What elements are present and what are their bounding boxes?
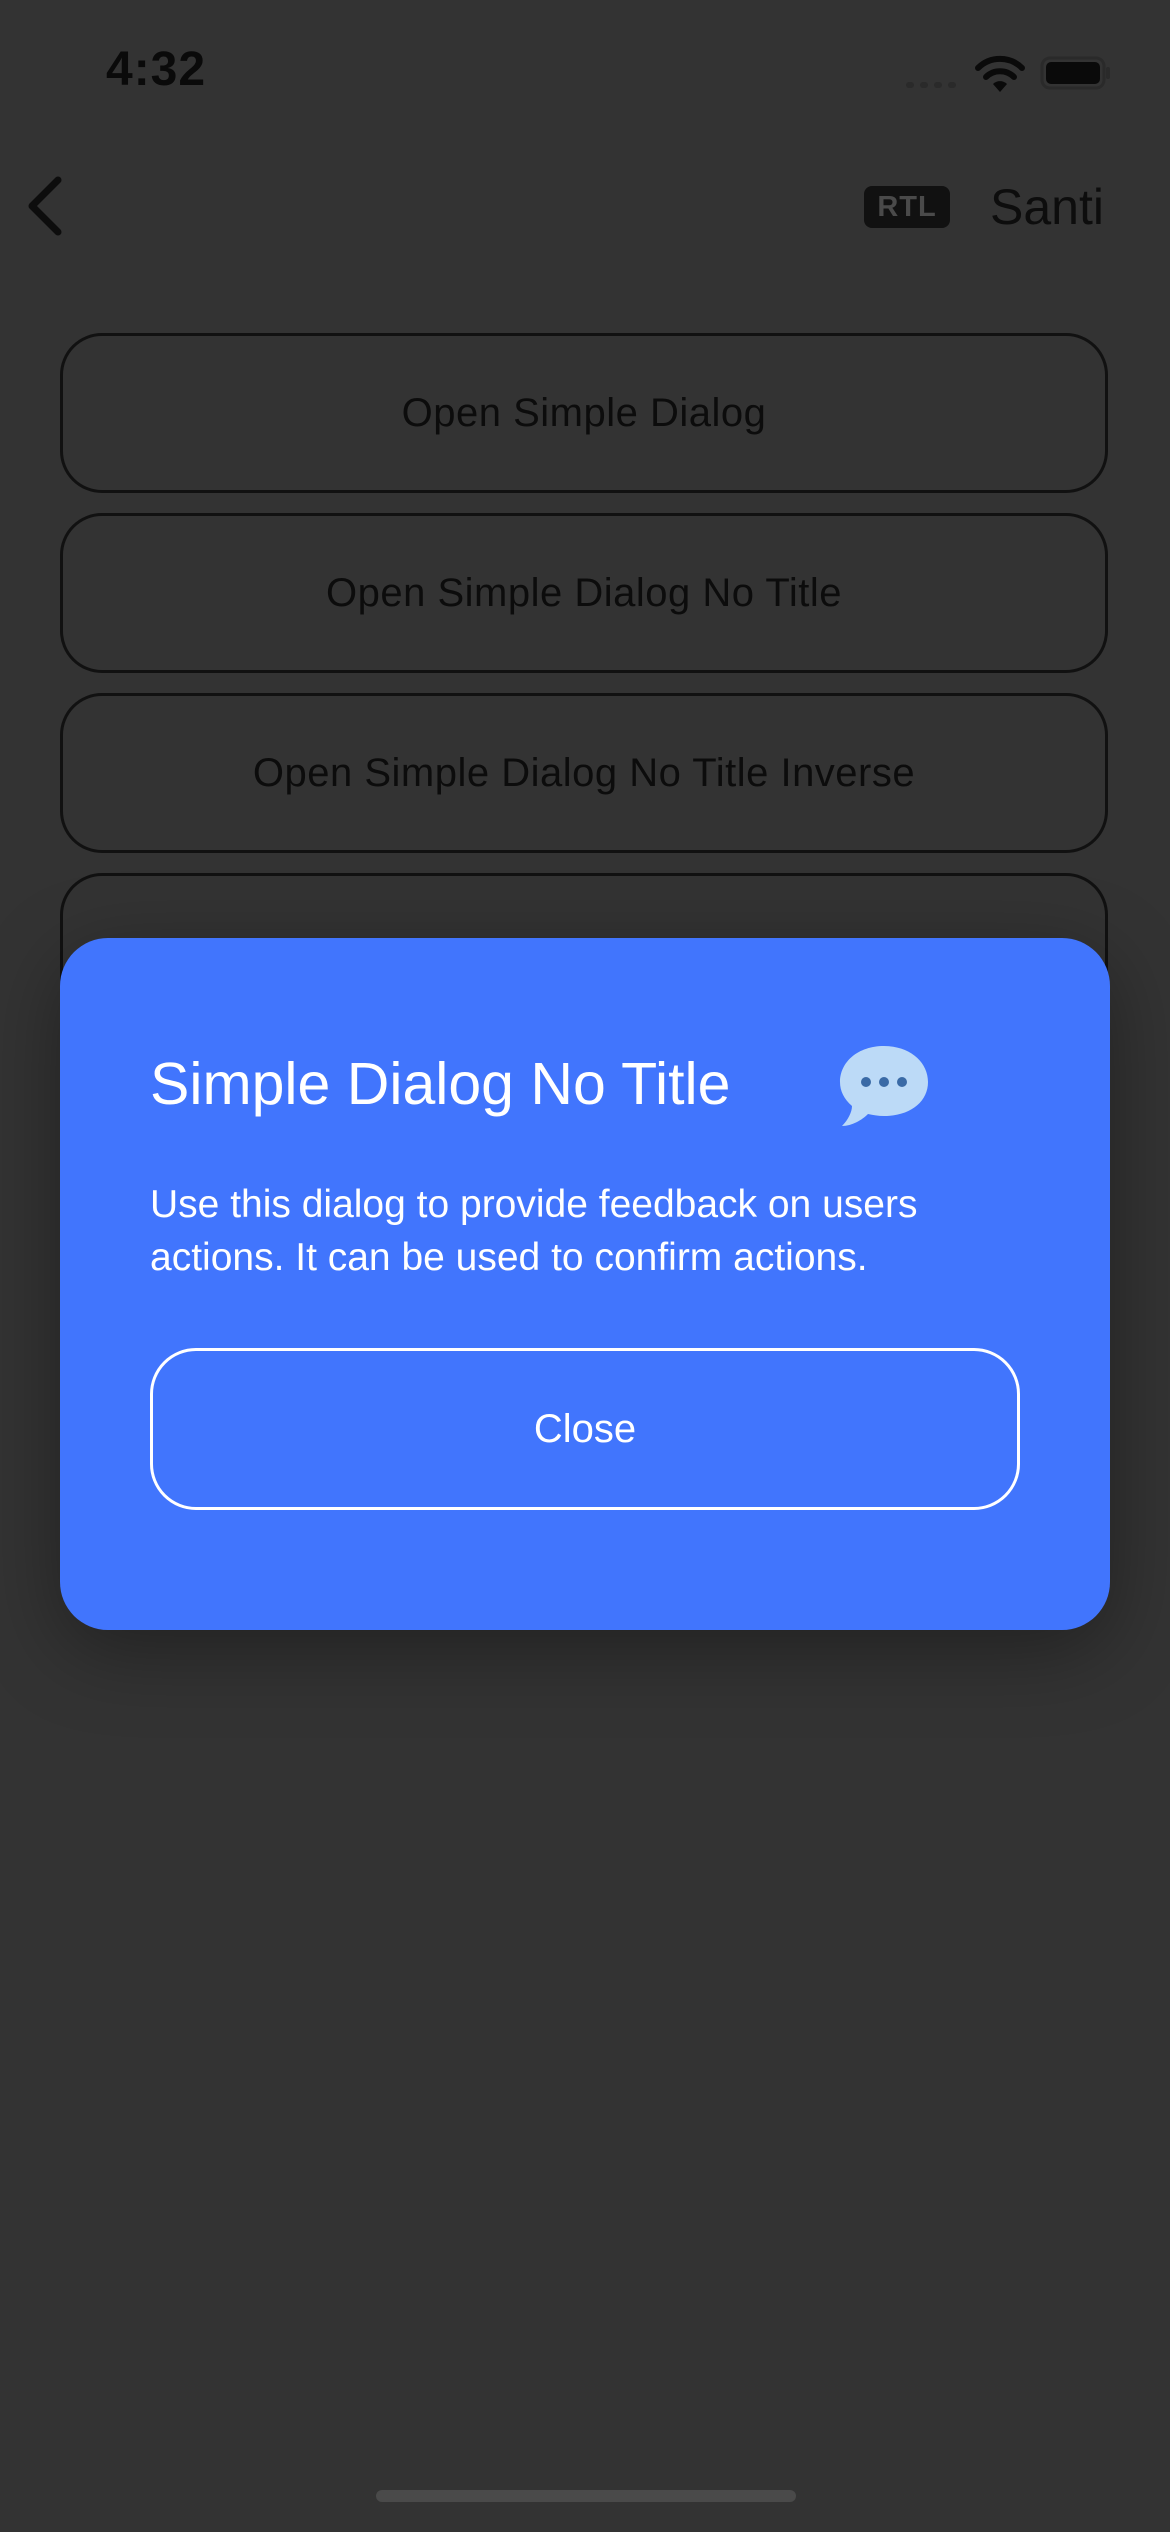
open-simple-dialog-no-title-button[interactable]: Open Simple Dialog No Title: [60, 513, 1108, 673]
status-time: 4:32: [106, 43, 207, 96]
cellular-signal-icon: [906, 80, 962, 90]
dialog-title: Simple Dialog No Title: [150, 1051, 731, 1117]
dialog-message: Use this dialog to provide feedback on u…: [150, 1183, 918, 1279]
speech-bubble-icon: [840, 1046, 928, 1126]
open-simple-dialog-no-title-inverse-button[interactable]: Open Simple Dialog No Title Inverse: [60, 693, 1108, 853]
nav-title: Santi: [990, 179, 1104, 235]
battery-icon: [1040, 56, 1110, 90]
home-indicator[interactable]: [376, 2490, 796, 2502]
rtl-toggle-badge[interactable]: RTL: [864, 186, 950, 228]
back-chevron-icon[interactable]: [18, 168, 74, 244]
open-simple-dialog-button[interactable]: Open Simple Dialog: [60, 333, 1108, 493]
wifi-icon: [975, 55, 1025, 92]
close-button[interactable]: Close: [150, 1348, 1020, 1510]
simple-dialog: Simple Dialog No Title Use this dialog t…: [60, 938, 1110, 1630]
